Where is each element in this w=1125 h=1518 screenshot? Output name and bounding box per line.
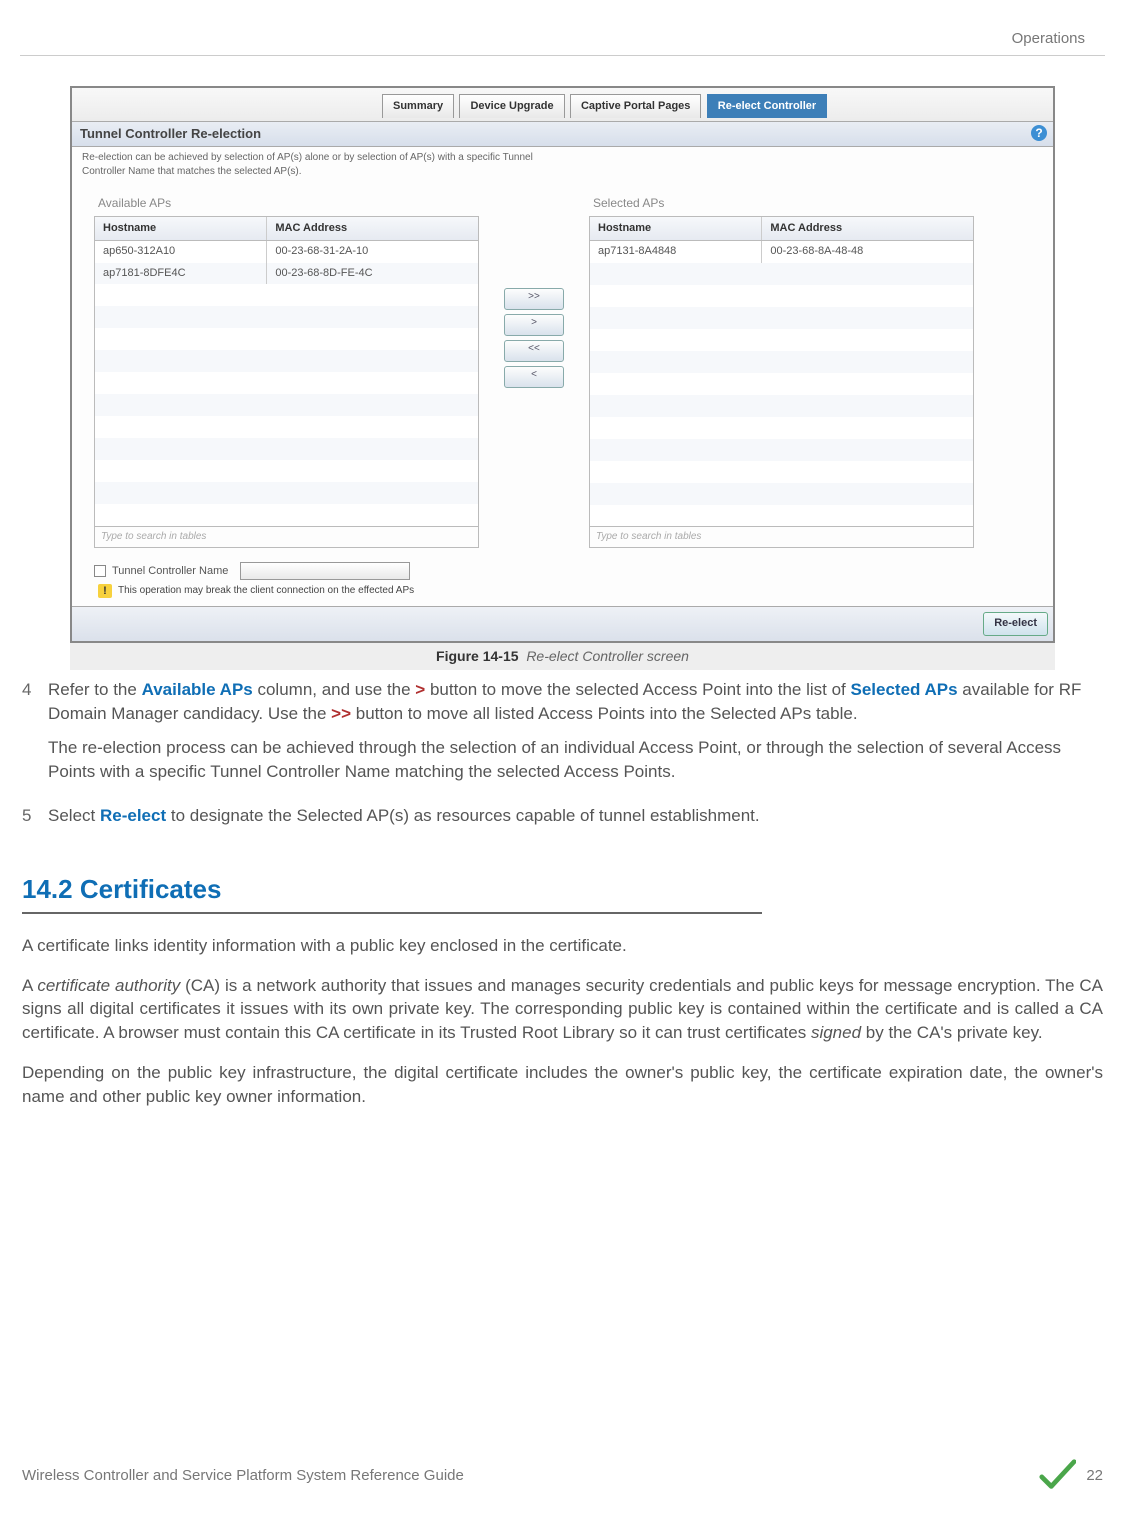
- panel-description: Re-election can be achieved by selection…: [72, 147, 552, 193]
- tab-device-upgrade[interactable]: Device Upgrade: [459, 94, 564, 118]
- body-para-1: A certificate links identity information…: [22, 934, 1103, 958]
- selected-search-input[interactable]: Type to search in tables: [589, 527, 974, 548]
- tab-captive-portal[interactable]: Captive Portal Pages: [570, 94, 701, 118]
- tab-reelect-controller[interactable]: Re-elect Controller: [707, 94, 827, 118]
- table-row[interactable]: ap7181-8DFE4C 00-23-68-8D-FE-4C: [95, 263, 478, 284]
- body-para-3: Depending on the public key infrastructu…: [22, 1061, 1103, 1109]
- tunnel-controller-combo[interactable]: [240, 562, 410, 580]
- cell-hostname: ap7131-8A4848: [590, 241, 762, 262]
- section-rule: [22, 912, 762, 914]
- step-5: 5 Select Re-elect to designate the Selec…: [22, 804, 1103, 838]
- tab-summary[interactable]: Summary: [382, 94, 454, 118]
- warning-icon: !: [98, 584, 112, 598]
- figure-label: Figure 14-15: [436, 648, 518, 664]
- available-aps-label: Available APs: [94, 193, 479, 216]
- transfer-buttons: >> > << <: [479, 193, 589, 388]
- cell-mac: 00-23-68-31-2A-10: [267, 241, 478, 262]
- step-4-para-2: The re-election process can be achieved …: [48, 736, 1103, 784]
- selected-aps-column: Selected APs Hostname MAC Address ap7131…: [589, 193, 974, 548]
- available-aps-grid[interactable]: Hostname MAC Address ap650-312A10 00-23-…: [94, 216, 479, 527]
- tunnel-controller-checkbox[interactable]: [94, 565, 106, 577]
- table-row[interactable]: ap650-312A10 00-23-68-31-2A-10: [95, 241, 478, 262]
- available-search-input[interactable]: Type to search in tables: [94, 527, 479, 548]
- section-title: 14.2 Certificates: [22, 871, 1103, 907]
- available-col-mac[interactable]: MAC Address: [267, 217, 478, 240]
- body-para-2: A certificate authority (CA) is a networ…: [22, 974, 1103, 1045]
- warning-row: ! This operation may break the client co…: [94, 580, 1031, 598]
- cell-mac: 00-23-68-8D-FE-4C: [267, 263, 478, 284]
- panel-footer: Re-elect: [72, 606, 1053, 640]
- selected-aps-label: Selected APs: [589, 193, 974, 216]
- page-header: Operations: [20, 0, 1105, 56]
- selected-col-mac[interactable]: MAC Address: [762, 217, 973, 240]
- move-left-button[interactable]: <: [504, 366, 564, 388]
- step-4-number: 4: [22, 678, 48, 793]
- move-right-button[interactable]: >: [504, 314, 564, 336]
- available-aps-column: Available APs Hostname MAC Address ap650…: [94, 193, 479, 548]
- footer-guide-title: Wireless Controller and Service Platform…: [22, 1465, 464, 1486]
- checkmark-icon: [1038, 1456, 1076, 1494]
- figure-caption: Figure 14-15 Re-elect Controller screen: [70, 643, 1055, 671]
- step-4: 4 Refer to the Available APs column, and…: [22, 678, 1103, 793]
- tunnel-controller-row: Tunnel Controller Name: [94, 562, 1031, 580]
- cell-mac: 00-23-68-8A-48-48: [762, 241, 973, 262]
- step-5-number: 5: [22, 804, 48, 838]
- move-all-left-button[interactable]: <<: [504, 340, 564, 362]
- header-title: Operations: [1012, 30, 1085, 47]
- available-col-hostname[interactable]: Hostname: [95, 217, 267, 240]
- reelect-button[interactable]: Re-elect: [983, 612, 1048, 635]
- page-number: 22: [1086, 1465, 1103, 1486]
- panel-title-text: Tunnel Controller Re-election: [80, 126, 261, 141]
- step-5-para: Select Re-elect to designate the Selecte…: [48, 804, 1103, 828]
- screenshot-panel: Summary Device Upgrade Captive Portal Pa…: [70, 86, 1055, 643]
- help-icon[interactable]: ?: [1031, 125, 1047, 141]
- warning-text: This operation may break the client conn…: [118, 584, 414, 598]
- cell-hostname: ap7181-8DFE4C: [95, 263, 267, 284]
- selected-aps-grid[interactable]: Hostname MAC Address ap7131-8A4848 00-23…: [589, 216, 974, 527]
- cell-hostname: ap650-312A10: [95, 241, 267, 262]
- panel-title-bar: Tunnel Controller Re-election ?: [72, 121, 1053, 147]
- tab-bar: Summary Device Upgrade Captive Portal Pa…: [72, 88, 1053, 121]
- selected-col-hostname[interactable]: Hostname: [590, 217, 762, 240]
- step-4-para-1: Refer to the Available APs column, and u…: [48, 678, 1103, 726]
- figure-text: Re-elect Controller screen: [526, 648, 689, 664]
- table-row[interactable]: ap7131-8A4848 00-23-68-8A-48-48: [590, 241, 973, 262]
- move-all-right-button[interactable]: >>: [504, 288, 564, 310]
- page-footer: Wireless Controller and Service Platform…: [22, 1456, 1103, 1494]
- tunnel-controller-label: Tunnel Controller Name: [112, 564, 228, 579]
